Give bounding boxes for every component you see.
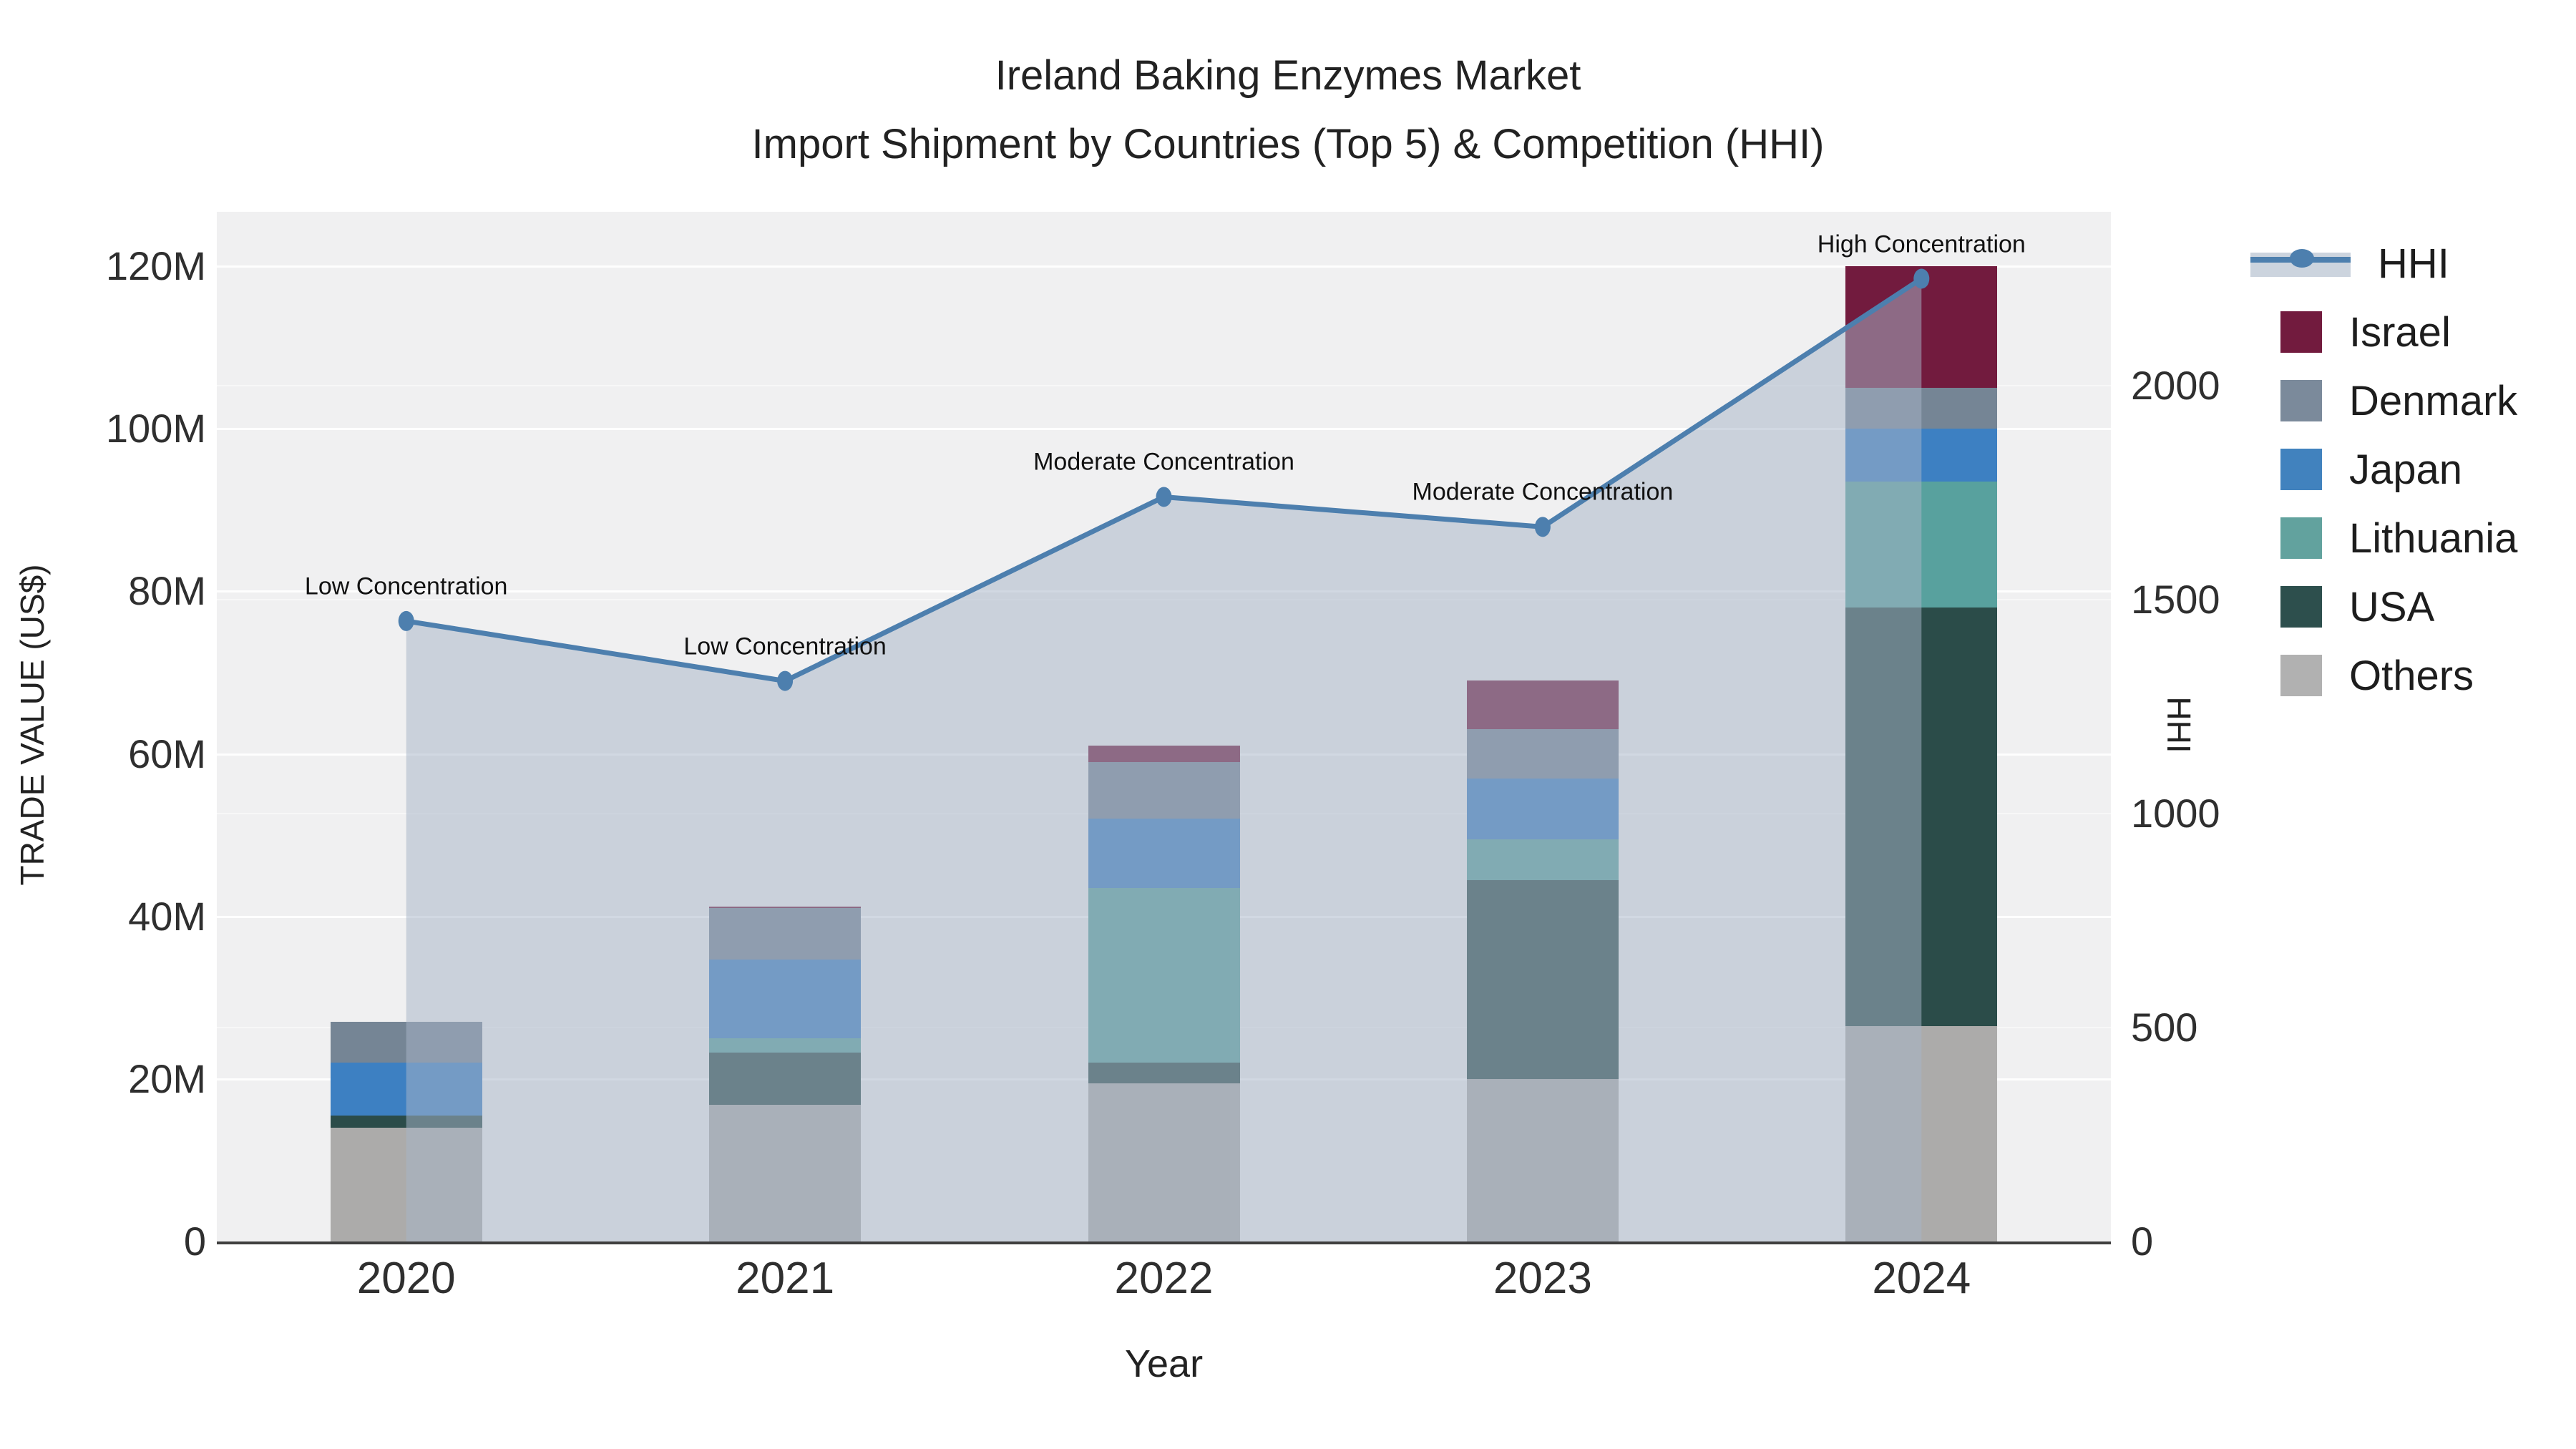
hhi-marker-2024[interactable] — [1913, 268, 1930, 289]
x-tick-2023: 2023 — [1493, 1254, 1592, 1303]
y-left-tick-0: 0 — [183, 1219, 206, 1264]
legend-swatch-israel-icon — [2280, 311, 2322, 353]
annotation-2023: Moderate Concentration — [1412, 478, 1674, 506]
legend-swatch-lithuania-icon — [2280, 517, 2322, 559]
legend-item-denmark[interactable]: Denmark — [2250, 366, 2517, 435]
figure: Ireland Baking Enzymes Market Import Shi… — [0, 0, 2576, 1449]
y-left-tick-100M: 100M — [105, 406, 206, 452]
plot-area — [217, 212, 2111, 1244]
y-left-tick-80M: 80M — [128, 568, 206, 614]
legend-swatch-denmark-icon — [2280, 380, 2322, 421]
legend-label-lithuania: Lithuania — [2349, 514, 2518, 562]
legend-item-others[interactable]: Others — [2250, 641, 2474, 710]
annotation-2020: Low Concentration — [304, 572, 508, 600]
hhi-area-fill — [406, 278, 1922, 1241]
y-left-tick-40M: 40M — [128, 893, 206, 939]
chart-title: Ireland Baking Enzymes Market Import Shi… — [0, 42, 2576, 179]
legend-label-israel: Israel — [2349, 308, 2451, 356]
legend-label-hhi: HHI — [2378, 240, 2449, 287]
y-right-tick-1000: 1000 — [2131, 791, 2220, 836]
annotation-2022: Moderate Concentration — [1033, 448, 1294, 476]
chart-title-line1: Ireland Baking Enzymes Market — [995, 52, 1581, 99]
legend-hhi-swatch-icon — [2250, 247, 2351, 280]
legend-item-usa[interactable]: USA — [2250, 572, 2434, 641]
hhi-overlay — [398, 268, 1930, 1241]
hhi-marker-2021[interactable] — [777, 670, 794, 691]
legend-swatch-others-icon — [2280, 655, 2322, 696]
x-axis-title: Year — [1124, 1342, 1204, 1385]
y-left-tick-20M: 20M — [128, 1055, 206, 1101]
hhi-marker-2023[interactable] — [1534, 517, 1551, 537]
y-right-tick-2000: 2000 — [2131, 363, 2220, 408]
hhi-marker-2020[interactable] — [398, 610, 414, 631]
legend-label-usa: USA — [2349, 583, 2435, 630]
chart-title-line2: Import Shipment by Countries (Top 5) & C… — [751, 121, 1825, 167]
y-right-axis-title: HHI — [2160, 696, 2197, 753]
y-left-tick-120M: 120M — [105, 243, 206, 288]
x-tick-2022: 2022 — [1114, 1254, 1214, 1303]
legend-label-japan: Japan — [2349, 446, 2463, 493]
x-tick-2020: 2020 — [356, 1254, 456, 1303]
legend-swatch-usa-icon — [2280, 586, 2322, 628]
legend-item-israel[interactable]: Israel — [2250, 298, 2451, 366]
legend-swatch-japan-icon — [2280, 449, 2322, 490]
legend-label-denmark: Denmark — [2349, 377, 2518, 424]
legend-item-lithuania[interactable]: Lithuania — [2250, 504, 2517, 572]
legend-item-hhi[interactable]: HHI — [2250, 229, 2449, 298]
legend-item-japan[interactable]: Japan — [2250, 435, 2462, 504]
y-left-tick-60M: 60M — [128, 731, 206, 776]
annotation-2024: High Concentration — [1817, 230, 2026, 258]
x-tick-2021: 2021 — [736, 1254, 835, 1303]
hhi-marker-2022[interactable] — [1156, 487, 1172, 507]
y-right-tick-1500: 1500 — [2131, 577, 2220, 622]
y-right-tick-0: 0 — [2131, 1219, 2154, 1264]
legend-label-others: Others — [2349, 652, 2474, 699]
x-tick-2024: 2024 — [1872, 1254, 1971, 1303]
y-right-tick-500: 500 — [2131, 1005, 2198, 1050]
annotation-2021: Low Concentration — [683, 633, 887, 660]
legend-hhi-marker — [2290, 249, 2314, 268]
